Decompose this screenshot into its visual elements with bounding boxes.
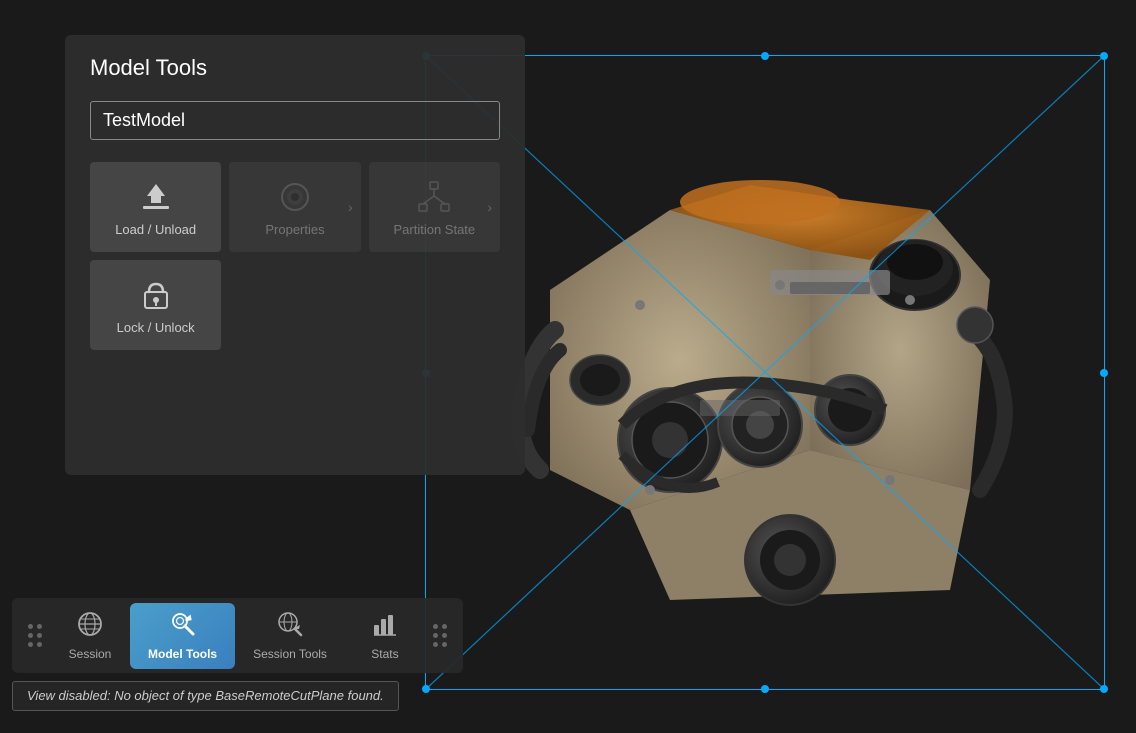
bottom-toolbar: Session Model Tools Session Tools	[12, 598, 463, 673]
tab-session-tools-label: Session Tools	[253, 647, 327, 661]
tool-grid-row1: Load / Unload Properties ›	[90, 162, 500, 252]
tab-session[interactable]: Session	[50, 603, 130, 669]
tab-session-label: Session	[69, 647, 112, 661]
properties-label: Properties	[265, 222, 324, 237]
partition-state-icon	[417, 180, 451, 214]
tab-stats[interactable]: Stats	[345, 603, 425, 669]
panel-title: Model Tools	[90, 55, 500, 81]
upload-icon	[139, 180, 173, 214]
lock-unlock-button[interactable]: Lock / Unlock	[90, 260, 221, 350]
status-text: View disabled: No object of type BaseRem…	[27, 688, 384, 703]
globe-icon	[77, 611, 103, 643]
tab-model-tools[interactable]: Model Tools	[130, 603, 235, 669]
model-name-input[interactable]	[90, 101, 500, 140]
tab-model-tools-label: Model Tools	[148, 647, 217, 661]
lock-icon	[141, 278, 171, 312]
model-tools-icon	[170, 611, 196, 643]
tab-session-tools[interactable]: Session Tools	[235, 603, 345, 669]
stats-icon	[372, 611, 398, 643]
engine-viewport	[430, 100, 1090, 670]
status-bar: View disabled: No object of type BaseRem…	[12, 681, 399, 711]
model-tools-panel: Model Tools Load / Unload	[65, 35, 525, 475]
partition-state-chevron: ›	[487, 199, 492, 215]
drag-handle-right[interactable]	[425, 616, 455, 655]
properties-icon	[278, 180, 312, 214]
tool-grid-row2: Lock / Unlock	[90, 260, 500, 350]
partition-state-label: Partition State	[393, 222, 475, 237]
lock-unlock-label: Lock / Unlock	[117, 320, 195, 335]
properties-chevron: ›	[348, 199, 353, 215]
session-tools-icon	[277, 611, 303, 643]
drag-handle-left[interactable]	[20, 616, 50, 655]
tab-stats-label: Stats	[371, 647, 398, 661]
properties-button[interactable]: Properties ›	[229, 162, 360, 252]
partition-state-button[interactable]: Partition State ›	[369, 162, 500, 252]
load-unload-label: Load / Unload	[115, 222, 196, 237]
load-unload-button[interactable]: Load / Unload	[90, 162, 221, 252]
